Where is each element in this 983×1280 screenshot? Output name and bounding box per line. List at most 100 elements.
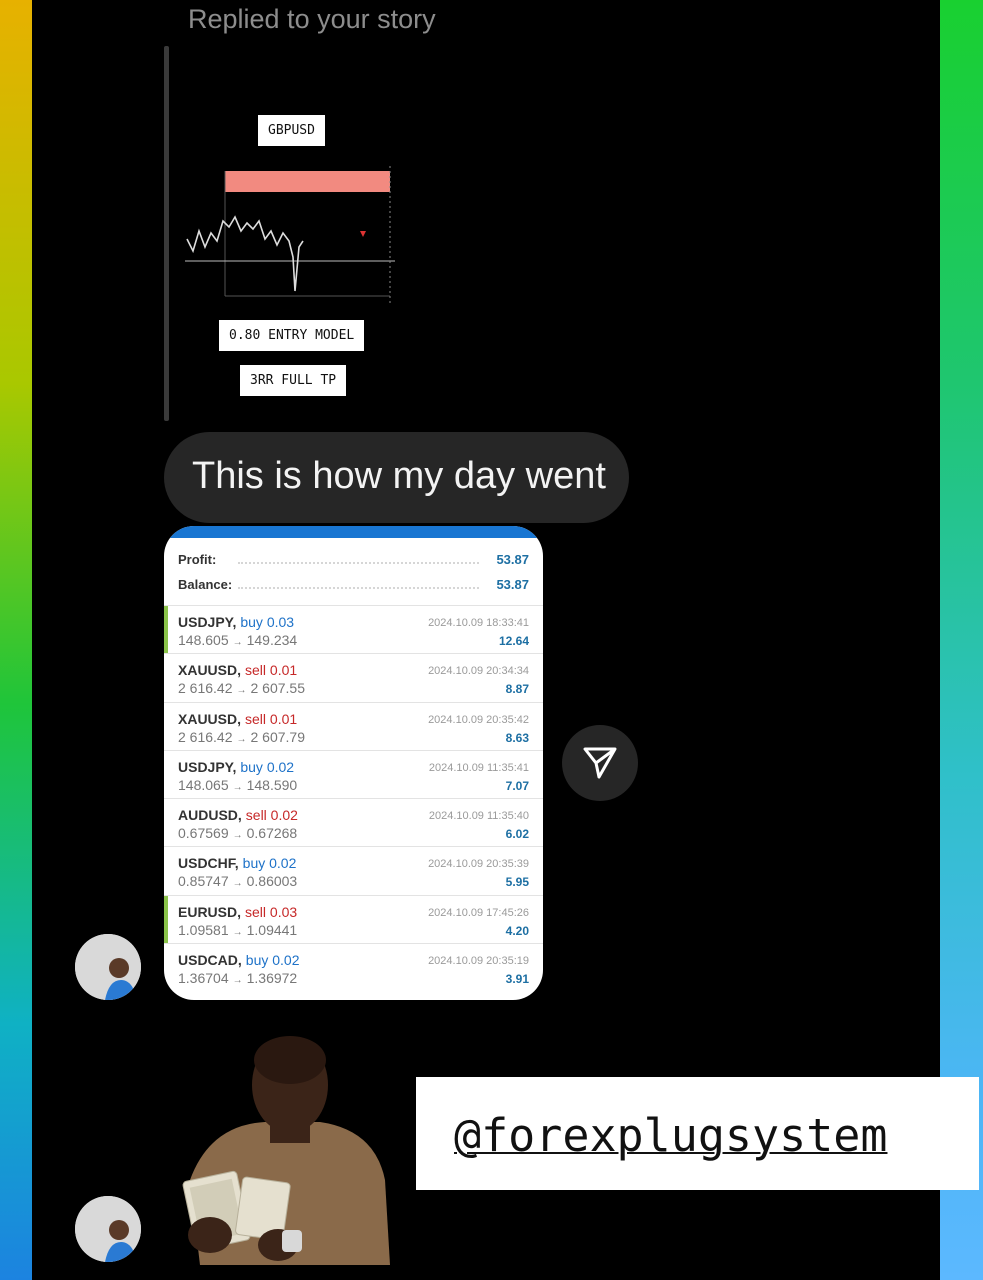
pair-tag: GBPUSD <box>258 115 325 146</box>
symbol-text: XAUUSD, <box>178 710 242 727</box>
trade-list: USDJPY, buy 0.03 148.605 → 149.234 2024.10.09… <box>164 605 543 991</box>
trade-profit: 6.02 <box>505 827 529 842</box>
trade-direction: sell 0.01 <box>245 662 298 679</box>
trade-timestamp: 2024.10.09 18:33:41 <box>428 617 529 629</box>
share-button[interactable] <box>562 725 638 801</box>
trade-direction: buy 0.02 <box>245 952 300 969</box>
open-price: 148.605 <box>178 632 229 648</box>
paper-plane-icon <box>583 747 617 779</box>
trade-prices: 148.605 → 149.234 <box>178 632 297 648</box>
close-price: 0.86003 <box>246 873 298 890</box>
avatar[interactable] <box>75 934 141 1000</box>
trade-symbol: XAUUSD, sell 0.01 <box>178 662 297 678</box>
money-counting-sticker[interactable] <box>170 1030 400 1265</box>
open-price: 148.065 <box>178 776 229 793</box>
handle-banner[interactable]: @forexplugsystem <box>416 1077 979 1190</box>
trade-prices: 1.36704 → 1.36972 <box>178 970 297 986</box>
trade-row[interactable]: AUDUSD, sell 0.02 0.67569 → 0.67268 2024.10.0… <box>164 798 543 846</box>
trade-row[interactable]: USDCAD, buy 0.02 1.36704 → 1.36972 2024.10.09… <box>164 943 543 991</box>
open-price: 1.09581 <box>178 921 229 938</box>
trade-profit: 8.63 <box>505 730 529 745</box>
reply-indicator-bar <box>164 46 169 421</box>
avatar-photo <box>75 1196 141 1262</box>
balance-label: Balance: <box>178 577 239 592</box>
avatar[interactable] <box>75 1196 141 1262</box>
message-bubble[interactable]: This is how my day went <box>164 432 629 523</box>
trade-profit: 12.64 <box>498 634 529 648</box>
trade-row[interactable]: XAUUSD, sell 0.01 2 616.42 → 2 607.79 2024.10… <box>164 701 543 750</box>
trade-row[interactable]: EURUSD, sell 0.03 1.09581 → 1.09441 2024.10.0… <box>164 894 543 944</box>
arrow-right-icon: → <box>232 637 243 648</box>
trade-symbol: EURUSD, sell 0.03 <box>178 904 297 920</box>
symbol-text: AUDUSD, <box>178 807 242 824</box>
trade-prices: 1.09581 → 1.09441 <box>178 922 297 938</box>
symbol-text: USDCHF, <box>178 855 239 872</box>
symbol-text: USDJPY, <box>178 614 237 630</box>
trade-timestamp: 2024.10.09 11:35:41 <box>428 761 529 774</box>
trade-timestamp: 2024.10.09 11:35:40 <box>428 810 529 823</box>
trade-prices: 0.67569 → 0.67268 <box>178 825 297 841</box>
open-price: 1.36704 <box>178 970 229 987</box>
story-preview[interactable]: GBPUSD 0.80 ENTRY MODEL 3RR FULL TP <box>185 105 415 405</box>
trade-prices: 148.065 → 148.590 <box>178 777 297 793</box>
profit-label: Profit: <box>178 552 223 567</box>
trade-row[interactable]: USDJPY, buy 0.02 148.065 → 148.590 2024.10.09… <box>164 749 543 798</box>
trade-row[interactable]: XAUUSD, sell 0.01 2 616.42 → 2 607.55 2024.10… <box>164 653 543 701</box>
arrow-right-icon: → <box>232 975 243 987</box>
trade-history-screenshot[interactable]: Profit: 53.87 Balance: 53.87 USDJPY, buy … <box>164 526 543 1000</box>
trade-timestamp: 2024.10.09 20:35:39 <box>428 858 529 871</box>
trade-timestamp: 2024.10.09 20:35:42 <box>428 713 529 726</box>
trade-direction: sell 0.03 <box>245 903 298 920</box>
trade-profit: 4.20 <box>505 923 529 938</box>
close-price: 0.67268 <box>246 825 298 842</box>
symbol-text: USDCAD, <box>178 952 242 969</box>
open-price: 2 616.42 <box>178 728 233 745</box>
entry-model-tag: 0.80 ENTRY MODEL <box>219 320 365 351</box>
handle-text: @forexplugsystem <box>454 1109 888 1162</box>
trade-direction: sell 0.02 <box>245 807 298 824</box>
trade-symbol: USDCAD, buy 0.02 <box>178 952 300 968</box>
trade-profit: 8.87 <box>505 682 529 697</box>
trade-symbol: XAUUSD, sell 0.01 <box>178 711 297 727</box>
trade-symbol: AUDUSD, sell 0.02 <box>178 807 298 823</box>
balance-row: Balance: 53.87 <box>178 577 529 597</box>
trade-profit: 3.91 <box>505 972 529 987</box>
candlestick-chart-thumbnail <box>185 166 395 306</box>
open-price: 2 616.42 <box>178 680 233 697</box>
trade-symbol: USDJPY, buy 0.02 <box>178 759 294 775</box>
arrow-right-icon: → <box>232 878 243 890</box>
message-text: This is how my day went <box>192 455 606 497</box>
replied-label: Replied to your story <box>188 4 436 34</box>
trade-profit: 5.95 <box>505 875 529 890</box>
close-price: 2 607.79 <box>250 728 306 745</box>
symbol-text: EURUSD, <box>178 903 242 920</box>
close-price: 1.09441 <box>246 921 298 938</box>
trade-prices: 2 616.42 → 2 607.79 <box>178 729 305 745</box>
trade-prices: 0.85747 → 0.86003 <box>178 873 297 889</box>
arrow-right-icon: → <box>236 733 247 745</box>
trade-direction: sell 0.01 <box>245 710 298 727</box>
tp-tag: 3RR FULL TP <box>240 365 347 396</box>
arrow-right-icon: → <box>232 830 243 842</box>
card-header-strip <box>164 526 543 538</box>
trade-direction: buy 0.03 <box>240 614 295 630</box>
trade-direction: buy 0.02 <box>240 758 295 775</box>
trade-symbol: USDCHF, buy 0.02 <box>178 855 296 871</box>
symbol-text: USDJPY, <box>178 758 237 775</box>
open-price: 0.85747 <box>178 873 229 890</box>
trade-symbol: USDJPY, buy 0.03 <box>178 614 294 630</box>
open-price: 0.67569 <box>178 825 229 842</box>
profit-row: Profit: 53.87 <box>178 552 529 572</box>
trade-direction: buy 0.02 <box>242 855 297 872</box>
trade-row[interactable]: USDJPY, buy 0.03 148.605 → 149.234 2024.10.09… <box>164 605 543 654</box>
balance-value: 53.87 <box>490 577 529 592</box>
profit-value: 53.87 <box>490 552 529 567</box>
arrow-right-icon: → <box>232 781 243 793</box>
trade-row[interactable]: USDCHF, buy 0.02 0.85747 → 0.86003 2024.10.09… <box>164 846 543 894</box>
close-price: 2 607.55 <box>250 680 306 697</box>
trade-timestamp: 2024.10.09 20:35:19 <box>428 955 529 968</box>
arrow-right-icon: → <box>236 685 247 697</box>
chat-thread: Replied to your story GBPUSD 0.80 ENTRY … <box>0 0 983 1280</box>
trade-prices: 2 616.42 → 2 607.55 <box>178 680 305 696</box>
symbol-text: XAUUSD, <box>178 662 242 679</box>
